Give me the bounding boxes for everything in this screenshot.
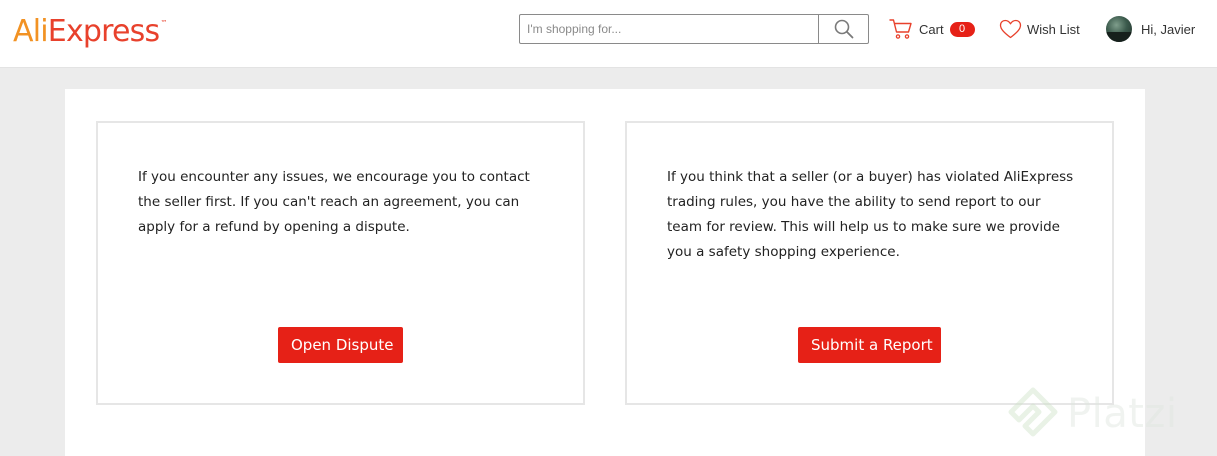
wish-list-label: Wish List — [1027, 21, 1080, 37]
platzi-logo-icon — [1008, 387, 1058, 437]
user-greeting: Hi, Javier — [1141, 21, 1196, 37]
logo-trademark: ™ — [160, 19, 168, 27]
heart-icon — [999, 19, 1022, 39]
search-input[interactable] — [520, 15, 818, 43]
open-dispute-button[interactable]: Open Dispute — [278, 327, 403, 363]
search-bar — [519, 14, 869, 44]
cart-count-badge: 0 — [949, 21, 975, 37]
watermark-text: Platzi — [1067, 391, 1178, 437]
search-button[interactable] — [818, 15, 868, 43]
wish-list-link[interactable]: Wish List — [999, 18, 1080, 40]
submit-report-button[interactable]: Submit a Report — [798, 327, 941, 363]
dispute-card: If you encounter any issues, we encourag… — [96, 121, 585, 405]
cart-icon — [889, 19, 912, 39]
logo-part-ali: Ali — [13, 14, 49, 49]
search-icon — [834, 19, 853, 39]
aliexpress-logo[interactable]: Ali Express ™ — [13, 14, 167, 54]
cart-label: Cart — [919, 21, 944, 37]
dispute-description: If you encounter any issues, we encourag… — [138, 169, 530, 235]
logo-part-express: Express — [47, 14, 160, 49]
user-account-menu[interactable]: Hi, Javier — [1106, 16, 1195, 42]
main-panel: If you encounter any issues, we encourag… — [65, 89, 1145, 456]
avatar — [1106, 16, 1132, 42]
platzi-watermark: Platzi — [1005, 384, 1178, 444]
cart-link[interactable]: Cart 0 — [889, 18, 975, 40]
report-description: If you think that a seller (or a buyer) … — [667, 169, 1074, 260]
top-header: AliExpress™ Cart 0 Wish List Hi, Javier — [0, 0, 1217, 68]
report-card: If you think that a seller (or a buyer) … — [625, 121, 1114, 405]
